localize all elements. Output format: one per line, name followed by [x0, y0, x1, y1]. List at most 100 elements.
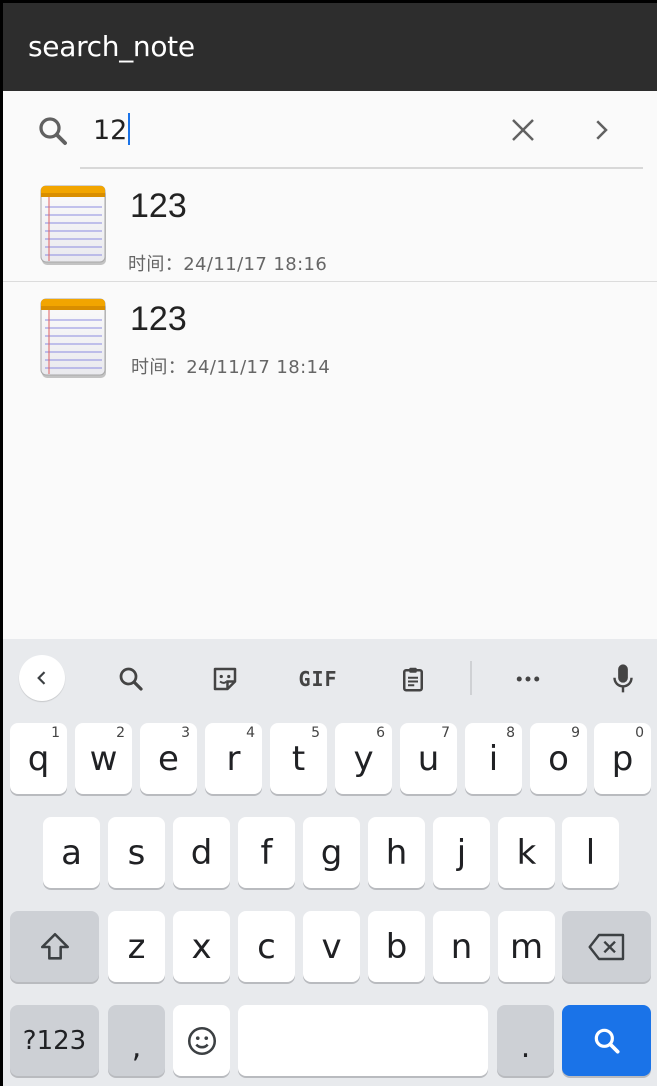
key-label: i [488, 738, 499, 779]
key-label: s [127, 832, 146, 873]
key-u[interactable]: u7 [400, 723, 457, 794]
key-c[interactable]: c [238, 911, 295, 982]
app-screen: search_note 12 123 时间：24/11/17 18:16 123… [3, 3, 657, 1086]
search-query-text: 12 [93, 115, 128, 146]
key-label: r [226, 738, 241, 779]
app-title: search_note [28, 30, 195, 63]
search-input[interactable]: 12 [93, 113, 131, 146]
key-label: j [456, 832, 467, 873]
backspace-icon [587, 933, 624, 960]
key-hint: 7 [441, 725, 450, 741]
toolbar-divider [470, 661, 472, 695]
chevron-left-icon[interactable] [19, 655, 65, 701]
emoji-icon [187, 1026, 216, 1055]
sticker-icon[interactable] [205, 659, 245, 699]
key-label: c [257, 926, 276, 967]
shift-key[interactable] [10, 911, 99, 982]
symbols-key[interactable]: ?123 [10, 1005, 99, 1076]
key-hint: 4 [246, 725, 255, 741]
key-label: w [89, 738, 118, 779]
key-a[interactable]: a [43, 817, 100, 888]
key-j[interactable]: j [433, 817, 490, 888]
key-w[interactable]: w2 [75, 723, 132, 794]
search-icon[interactable] [35, 113, 71, 149]
key-hint: 9 [571, 725, 580, 741]
key-i[interactable]: i8 [465, 723, 522, 794]
key-x[interactable]: x [173, 911, 230, 982]
key-label: v [321, 926, 342, 967]
key-label: . [520, 1030, 531, 1065]
microphone-icon[interactable] [603, 657, 643, 701]
key-n[interactable]: n [433, 911, 490, 982]
key-label: g [320, 832, 343, 873]
space-key[interactable] [238, 1005, 488, 1076]
key-t[interactable]: t5 [270, 723, 327, 794]
more-icon[interactable] [508, 659, 548, 699]
clipboard-icon[interactable] [393, 659, 433, 699]
search-icon [594, 1028, 620, 1054]
key-label: ?123 [22, 1025, 87, 1056]
key-p[interactable]: p0 [594, 723, 651, 794]
key-label: o [548, 738, 569, 779]
key-o[interactable]: o9 [530, 723, 587, 794]
key-label: x [191, 926, 212, 967]
key-hint: 3 [181, 725, 190, 741]
emoji-key[interactable] [173, 1005, 230, 1076]
key-label: q [27, 738, 50, 779]
notepad-icon [40, 185, 106, 265]
key-s[interactable]: s [108, 817, 165, 888]
note-title: 123 [130, 300, 187, 338]
key-hint: 2 [116, 725, 125, 741]
gif-button[interactable]: GIF [293, 659, 343, 699]
key-b[interactable]: b [368, 911, 425, 982]
soft-keyboard: GIF q1 w2 e3 r4 t5 y6 u7 i8 o9 p0 a s d … [3, 639, 657, 1086]
comma-key[interactable]: , [108, 1005, 165, 1076]
list-item[interactable]: 123 时间：24/11/17 18:14 [3, 282, 657, 392]
key-label: z [127, 926, 146, 967]
key-label: d [190, 832, 213, 873]
key-f[interactable]: f [238, 817, 295, 888]
key-e[interactable]: e3 [140, 723, 197, 794]
search-bar: 12 [3, 91, 657, 171]
period-key[interactable]: . [497, 1005, 554, 1076]
key-label: , [131, 1030, 142, 1065]
note-title: 123 [130, 187, 187, 225]
app-bar: search_note [3, 3, 657, 91]
key-y[interactable]: y6 [335, 723, 392, 794]
key-hint: 0 [635, 725, 644, 741]
backspace-key[interactable] [562, 911, 651, 982]
key-g[interactable]: g [303, 817, 360, 888]
key-h[interactable]: h [368, 817, 425, 888]
key-q[interactable]: q1 [10, 723, 67, 794]
text-cursor [128, 113, 131, 145]
notepad-icon [40, 298, 106, 378]
key-v[interactable]: v [303, 911, 360, 982]
key-label: e [158, 738, 179, 779]
key-label: k [516, 832, 537, 873]
search-key[interactable] [562, 1005, 651, 1076]
key-r[interactable]: r4 [205, 723, 262, 794]
key-m[interactable]: m [498, 911, 555, 982]
keyboard-search-icon[interactable] [111, 659, 151, 699]
list-item[interactable]: 123 时间：24/11/17 18:16 [3, 175, 657, 281]
key-label: l [585, 832, 596, 873]
close-icon[interactable] [508, 115, 538, 145]
key-d[interactable]: d [173, 817, 230, 888]
key-label: u [417, 738, 440, 779]
key-hint: 8 [506, 725, 515, 741]
key-hint: 6 [376, 725, 385, 741]
note-timestamp: 时间：24/11/17 18:16 [128, 254, 328, 275]
key-k[interactable]: k [498, 817, 555, 888]
key-label: f [260, 832, 273, 873]
key-label: a [61, 832, 82, 873]
key-hint: 5 [311, 725, 320, 741]
key-l[interactable]: l [562, 817, 619, 888]
shift-icon [40, 932, 69, 960]
chevron-right-icon[interactable] [586, 115, 616, 145]
key-label: t [291, 738, 306, 779]
key-z[interactable]: z [108, 911, 165, 982]
note-timestamp: 时间：24/11/17 18:14 [131, 357, 331, 378]
key-label: y [353, 738, 374, 779]
gif-label: GIF [298, 667, 338, 691]
key-hint: 1 [51, 725, 60, 741]
